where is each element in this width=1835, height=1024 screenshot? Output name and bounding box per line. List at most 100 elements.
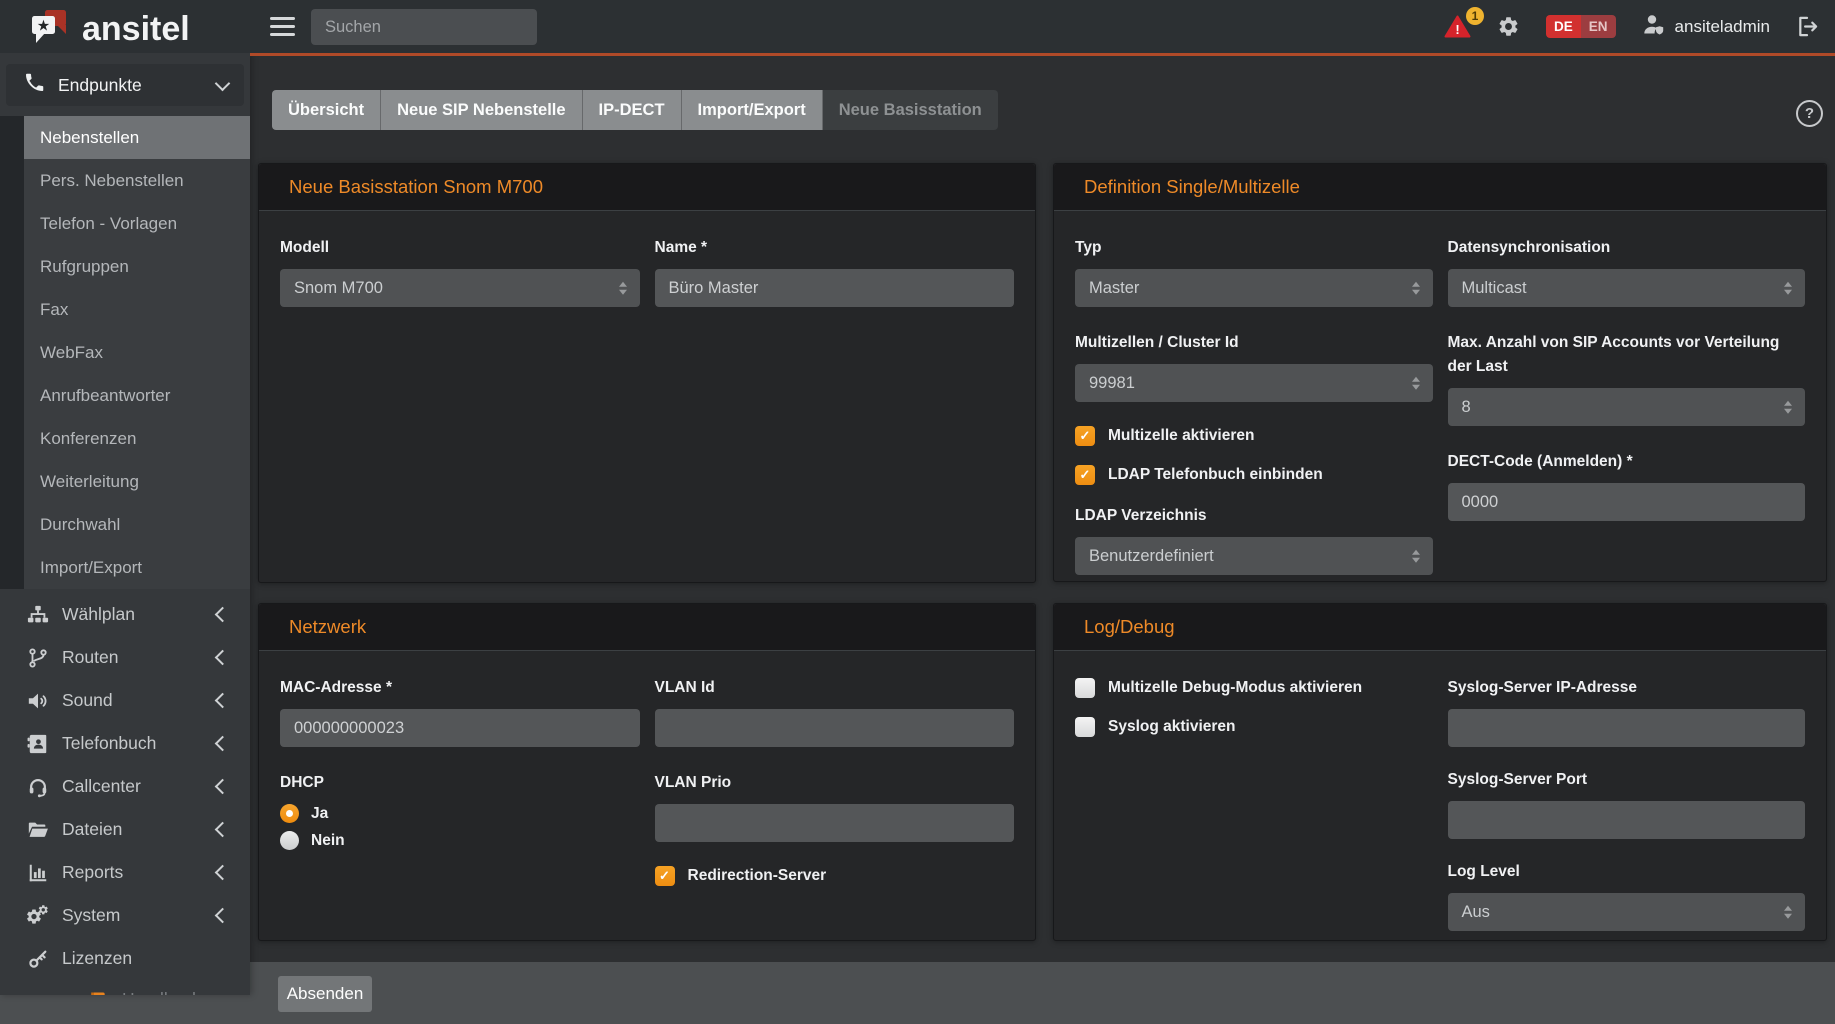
cluster-id-label: Multizellen / Cluster Id	[1075, 331, 1433, 355]
sidebar-item-import-export[interactable]: Import/Export	[24, 546, 250, 589]
multizelle-debug-checkbox[interactable]: Multizelle Debug-Modus aktivieren	[1075, 678, 1433, 698]
vlan-prio-input[interactable]	[655, 804, 1015, 842]
checkbox-unchecked-icon[interactable]	[1075, 717, 1095, 737]
checkbox-checked-icon[interactable]	[655, 866, 675, 886]
ldap-verzeichnis-select[interactable]: Benutzerdefiniert	[1075, 537, 1433, 575]
dhcp-radio-nein[interactable]: Nein	[280, 831, 640, 850]
radio-unselected-icon[interactable]	[280, 831, 299, 850]
ldap-telefonbuch-checkbox[interactable]: LDAP Telefonbuch einbinden	[1075, 465, 1433, 485]
vlan-id-input[interactable]	[655, 709, 1015, 747]
address-book-icon	[26, 733, 50, 755]
panel-logdebug-title: Log/Debug	[1054, 604, 1826, 651]
log-level-select[interactable]: Aus	[1448, 893, 1806, 931]
sidebar-group-label: Endpunkte	[58, 75, 142, 96]
sidebar-item-waehlplan[interactable]: Wählplan	[0, 593, 250, 636]
subnav-tabs: Übersicht Neue SIP Nebenstelle IP-DECT I…	[272, 90, 998, 130]
key-icon	[26, 948, 50, 970]
radio-selected-icon[interactable]	[280, 804, 299, 823]
tab-neue-sip-nebenstelle[interactable]: Neue SIP Nebenstelle	[381, 90, 582, 130]
tab-neue-basisstation[interactable]: Neue Basisstation	[823, 90, 998, 130]
multizelle-aktivieren-checkbox[interactable]: Multizelle aktivieren	[1075, 426, 1433, 446]
sidebar-item-callcenter[interactable]: Callcenter	[0, 765, 250, 808]
sidebar-item-sound[interactable]: Sound	[0, 679, 250, 722]
chevron-left-icon	[215, 650, 231, 666]
sidebar-item-telefonbuch[interactable]: Telefonbuch	[0, 722, 250, 765]
dect-code-input[interactable]	[1448, 483, 1806, 521]
sidebar-item-anrufbeantworter[interactable]: Anrufbeantworter	[24, 374, 250, 417]
sidebar-item-weiterleitung[interactable]: Weiterleitung	[24, 460, 250, 503]
language-en[interactable]: EN	[1581, 15, 1616, 38]
max-sip-accounts-select[interactable]: 8	[1448, 388, 1806, 426]
app-root: ★ ansitel ! 1 DE EN	[0, 0, 1835, 1024]
sidebar-item-routen[interactable]: Routen	[0, 636, 250, 679]
panel-basisstation-title: Neue Basisstation Snom M700	[259, 164, 1035, 211]
sidebar-item-reports[interactable]: Reports	[0, 851, 250, 894]
syslog-ip-label: Syslog-Server IP-Adresse	[1448, 676, 1806, 700]
sidebar-item-webfax[interactable]: WebFax	[24, 331, 250, 374]
cluster-id-select[interactable]: 99981	[1075, 364, 1433, 402]
ldap-verzeichnis-label: LDAP Verzeichnis	[1075, 504, 1433, 528]
sidebar-item-lizenzen[interactable]: Lizenzen	[0, 937, 250, 980]
chevron-left-icon	[215, 822, 231, 838]
headset-icon	[26, 776, 50, 798]
redirection-server-checkbox[interactable]: Redirection-Server	[655, 866, 1015, 886]
tab-ip-dect[interactable]: IP-DECT	[583, 90, 682, 130]
datensynchronisation-label: Datensynchronisation	[1448, 236, 1806, 260]
sidebar-item-dateien[interactable]: Dateien	[0, 808, 250, 851]
logo-text: ansitel	[82, 12, 190, 46]
tab-import-export[interactable]: Import/Export	[682, 90, 823, 130]
tab-uebersicht[interactable]: Übersicht	[272, 90, 381, 130]
help-icon[interactable]: ?	[1796, 100, 1823, 127]
sidebar-submenu: Nebenstellen Pers. Nebenstellen Telefon …	[0, 116, 250, 589]
chevron-left-icon	[215, 865, 231, 881]
checkbox-checked-icon[interactable]	[1075, 465, 1095, 485]
route-branch-icon	[26, 647, 50, 669]
logout-icon[interactable]	[1796, 15, 1819, 38]
absenden-button[interactable]: Absenden	[278, 976, 372, 1012]
typ-select[interactable]: Master	[1075, 269, 1433, 307]
sidebar-item-system[interactable]: System	[0, 894, 250, 937]
panel-definition: Definition Single/Multizelle Typ Master …	[1053, 163, 1827, 582]
settings-gear-icon[interactable]	[1497, 15, 1520, 38]
syslog-ip-input[interactable]	[1448, 709, 1806, 747]
chevron-left-icon	[215, 693, 231, 709]
panel-netzwerk-title: Netzwerk	[259, 604, 1035, 651]
name-input[interactable]	[655, 269, 1015, 307]
alerts-warning-icon[interactable]: ! 1	[1444, 15, 1471, 38]
sidebar-item-nebenstellen[interactable]: Nebenstellen	[24, 116, 250, 159]
dhcp-radio-ja[interactable]: Ja	[280, 804, 640, 823]
search-input[interactable]	[311, 9, 537, 45]
checkbox-unchecked-icon[interactable]	[1075, 678, 1095, 698]
dhcp-label: DHCP	[280, 771, 640, 795]
select-arrows-icon	[1412, 377, 1420, 390]
select-arrows-icon	[1412, 550, 1420, 563]
language-toggle[interactable]: DE EN	[1546, 15, 1616, 38]
checkbox-checked-icon[interactable]	[1075, 426, 1095, 446]
svg-text:★: ★	[37, 18, 50, 35]
select-arrows-icon	[1784, 906, 1792, 919]
folder-open-icon	[26, 819, 50, 841]
sidebar-item-durchwahl[interactable]: Durchwahl	[24, 503, 250, 546]
sidebar-item-rufgruppen[interactable]: Rufgruppen	[24, 245, 250, 288]
modell-select[interactable]: Snom M700	[280, 269, 640, 307]
menu-toggle-icon[interactable]	[270, 17, 295, 36]
sidebar-item-fax[interactable]: Fax	[24, 288, 250, 331]
syslog-port-input[interactable]	[1448, 801, 1806, 839]
user-menu[interactable]: ansiteladmin	[1642, 13, 1770, 41]
username-label: ansiteladmin	[1675, 17, 1770, 37]
select-arrows-icon	[1412, 282, 1420, 295]
syslog-aktivieren-checkbox[interactable]: Syslog aktivieren	[1075, 717, 1433, 737]
sidebar-item-handbuch[interactable]: Handbuch	[60, 978, 224, 995]
gears-icon	[26, 905, 50, 927]
datensynchronisation-select[interactable]: Multicast	[1448, 269, 1806, 307]
sidebar-item-konferenzen[interactable]: Konferenzen	[24, 417, 250, 460]
svg-text:!: !	[1455, 22, 1459, 37]
mac-adresse-input[interactable]	[280, 709, 640, 747]
sidebar-group-endpunkte[interactable]: Endpunkte	[6, 64, 244, 106]
dect-code-label: DECT-Code (Anmelden) *	[1448, 450, 1806, 474]
language-de[interactable]: DE	[1546, 15, 1581, 38]
chevron-left-icon	[215, 736, 231, 752]
sidebar-item-telefon-vorlagen[interactable]: Telefon - Vorlagen	[24, 202, 250, 245]
sidebar-item-pers-nebenstellen[interactable]: Pers. Nebenstellen	[24, 159, 250, 202]
topbar-accent-line	[250, 53, 1835, 56]
